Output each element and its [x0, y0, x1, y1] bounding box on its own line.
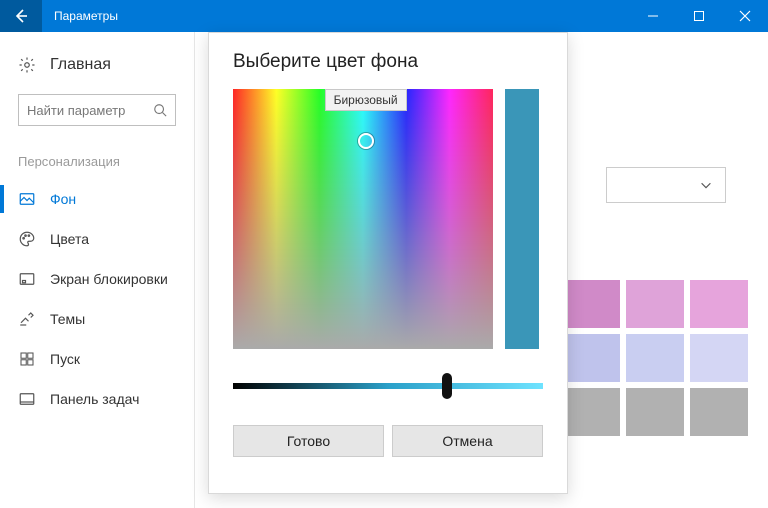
- spectrum-gray-layer: [233, 89, 493, 349]
- minimize-icon: [647, 10, 659, 22]
- color-swatch[interactable]: [626, 280, 684, 328]
- cancel-button[interactable]: Отмена: [392, 425, 543, 457]
- sidebar-item-label: Пуск: [50, 351, 80, 367]
- color-preview: [505, 89, 539, 349]
- color-swatch[interactable]: [562, 388, 620, 436]
- brightness-slider[interactable]: [233, 375, 543, 399]
- slider-thumb[interactable]: [442, 373, 452, 399]
- maximize-icon: [693, 10, 705, 22]
- lockscreen-icon: [18, 270, 36, 288]
- close-button[interactable]: [722, 0, 768, 32]
- sidebar: Главная Найти параметр Персонализация Фо…: [0, 32, 195, 508]
- sidebar-section-title: Персонализация: [0, 154, 194, 179]
- sidebar-item-themes[interactable]: Темы: [0, 299, 194, 339]
- picker-buttons: Готово Отмена: [233, 425, 543, 457]
- window-controls: [630, 0, 768, 32]
- palette-icon: [18, 230, 36, 248]
- minimize-button[interactable]: [630, 0, 676, 32]
- search-placeholder: Найти параметр: [27, 103, 153, 118]
- chevron-down-icon: [699, 178, 713, 192]
- arrow-left-icon: [13, 8, 29, 24]
- window-title: Параметры: [54, 9, 630, 23]
- picker-row: Бирюзовый: [233, 89, 543, 349]
- color-swatch[interactable]: [562, 280, 620, 328]
- color-swatch[interactable]: [690, 334, 748, 382]
- sidebar-home-label: Главная: [50, 56, 111, 74]
- sidebar-item-label: Фон: [50, 191, 76, 207]
- titlebar: Параметры: [0, 0, 768, 32]
- search-icon: [153, 103, 167, 117]
- slider-track: [233, 383, 543, 389]
- sidebar-item-label: Экран блокировки: [50, 271, 168, 287]
- color-swatch[interactable]: [626, 388, 684, 436]
- color-swatch-grid: [562, 280, 748, 436]
- done-button[interactable]: Готово: [233, 425, 384, 457]
- sidebar-item-label: Панель задач: [50, 391, 139, 407]
- maximize-button[interactable]: [676, 0, 722, 32]
- image-icon: [18, 190, 36, 208]
- sidebar-item-taskbar[interactable]: Панель задач: [0, 379, 194, 419]
- gear-icon: [18, 56, 36, 74]
- sidebar-home[interactable]: Главная: [0, 46, 194, 84]
- color-picker-title: Выберите цвет фона: [233, 51, 543, 73]
- sidebar-item-label: Темы: [50, 311, 85, 327]
- themes-icon: [18, 310, 36, 328]
- close-icon: [739, 10, 751, 22]
- back-button[interactable]: [0, 0, 42, 32]
- sidebar-item-colors[interactable]: Цвета: [0, 219, 194, 259]
- search-input[interactable]: Найти параметр: [18, 94, 176, 126]
- sidebar-item-start[interactable]: Пуск: [0, 339, 194, 379]
- sidebar-item-label: Цвета: [50, 231, 89, 247]
- color-swatch[interactable]: [690, 388, 748, 436]
- color-name-tooltip: Бирюзовый: [325, 89, 407, 111]
- start-icon: [18, 350, 36, 368]
- sidebar-item-background[interactable]: Фон: [0, 179, 194, 219]
- color-swatch[interactable]: [690, 280, 748, 328]
- color-spectrum[interactable]: Бирюзовый: [233, 89, 493, 349]
- color-swatch[interactable]: [626, 334, 684, 382]
- sidebar-item-lockscreen[interactable]: Экран блокировки: [0, 259, 194, 299]
- color-swatch[interactable]: [562, 334, 620, 382]
- taskbar-icon: [18, 390, 36, 408]
- color-picker-dialog: Выберите цвет фона Бирюзовый Готово Отме…: [208, 32, 568, 494]
- spectrum-selector-ring[interactable]: [358, 133, 374, 149]
- background-type-combobox[interactable]: [606, 167, 726, 203]
